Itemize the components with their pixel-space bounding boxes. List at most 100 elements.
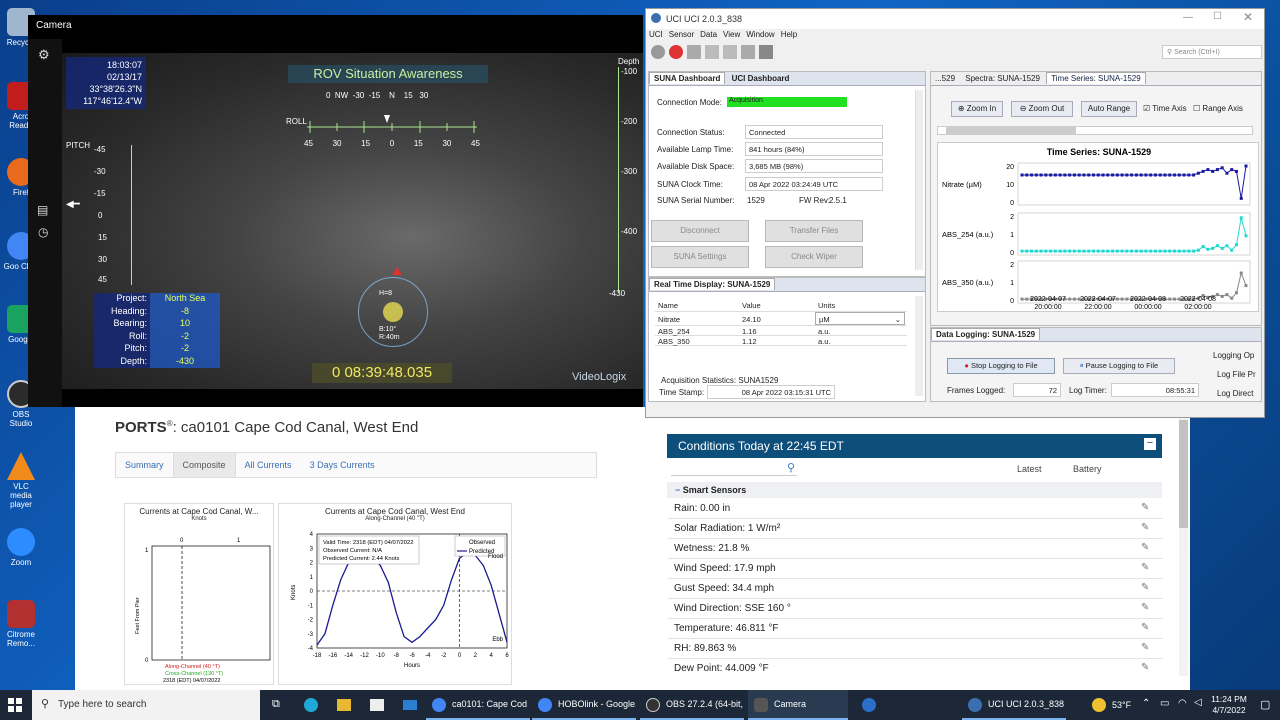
tab-3-days-currents[interactable]: 3 Days Currents xyxy=(301,453,384,477)
menu-sensor[interactable]: Sensor xyxy=(669,30,694,42)
log-file-prefix-link[interactable]: Log File Pr xyxy=(1217,370,1256,379)
battery-pencil-icon[interactable]: ✎ xyxy=(1141,502,1153,514)
network-icon[interactable]: ▭ xyxy=(1160,698,1169,709)
weather-icon[interactable] xyxy=(1092,698,1106,712)
edge-icon[interactable] xyxy=(304,698,318,712)
battery-pencil-icon[interactable]: ✎ xyxy=(1141,582,1153,594)
stop-icon[interactable] xyxy=(669,45,683,59)
connect-icon[interactable] xyxy=(651,45,665,59)
battery-pencil-icon[interactable]: ✎ xyxy=(1141,602,1153,614)
suna-settings-button[interactable]: SUNA Settings xyxy=(651,246,749,268)
tab-hidden[interactable]: ...529 xyxy=(931,73,959,84)
table-header: Name Value Units xyxy=(655,298,907,312)
maximize-button[interactable]: ☐ xyxy=(1213,11,1222,22)
realtime-scrollbar[interactable] xyxy=(915,296,923,396)
settings-icon[interactable] xyxy=(741,45,755,59)
menu-data[interactable]: Data xyxy=(700,30,717,42)
check-wiper-button[interactable]: Check Wiper xyxy=(765,246,863,268)
transfer-files-button[interactable]: Transfer Files xyxy=(765,220,863,242)
taskbar-app-unknown[interactable] xyxy=(856,690,886,720)
ts-xtick-date: 2022-04-07 xyxy=(1030,296,1066,303)
file-explorer-icon[interactable] xyxy=(337,699,351,711)
tab-timeseries[interactable]: Time Series: SUNA-1529 xyxy=(1046,72,1146,84)
battery-pencil-icon[interactable]: ✎ xyxy=(1141,662,1153,674)
zoom-in-button[interactable]: ⊕ Zoom In xyxy=(951,101,1003,117)
chrome-icon xyxy=(432,698,446,712)
chart-scrollbar[interactable] xyxy=(937,126,1253,135)
tab-realtime[interactable]: Real Time Display: SUNA-1529 xyxy=(649,278,776,290)
taskbar-search[interactable]: ⚲ Type here to search xyxy=(32,690,260,720)
filter-icon[interactable] xyxy=(723,45,737,59)
mail-icon[interactable] xyxy=(403,700,417,710)
conditions-scrollbar[interactable] xyxy=(1179,418,1188,676)
roll-tick-labels: 45 30 15 0 15 30 45 xyxy=(304,139,480,148)
range-axis-checkbox[interactable]: ☐ Range Axis xyxy=(1193,104,1243,113)
desktop-icon-zoom[interactable]: Zoom xyxy=(2,528,40,567)
table-row: Nitrate 24.10 µM ⌄ xyxy=(655,312,907,326)
desktop-icon-citrome[interactable]: Citrome Remo... xyxy=(2,600,40,648)
sensor-icon[interactable] xyxy=(705,45,719,59)
time-axis-checkbox[interactable]: ☑ Time Axis xyxy=(1143,104,1187,113)
tools-icon[interactable] xyxy=(687,45,701,59)
logging-options-link[interactable]: Logging Op xyxy=(1213,351,1254,360)
tab-composite[interactable]: Composite xyxy=(172,453,236,477)
battery-pencil-icon[interactable]: ✎ xyxy=(1141,522,1153,534)
pitch-tick: -15 xyxy=(94,189,106,198)
units-select[interactable]: µM ⌄ xyxy=(815,312,905,325)
notifications-icon[interactable]: ▢ xyxy=(1260,698,1270,711)
desktop-icon-vlc[interactable]: VLC media player xyxy=(2,452,40,509)
battery-pencil-icon[interactable]: ✎ xyxy=(1141,562,1153,574)
collapse-icon[interactable]: − xyxy=(1144,438,1156,450)
tray-chevron-up-icon[interactable]: ⌃ xyxy=(1142,698,1150,709)
tab-summary[interactable]: Summary xyxy=(116,453,173,477)
dashboard-scrollbar[interactable] xyxy=(915,90,923,270)
depth-label: Depth xyxy=(618,57,640,66)
zoom-out-button[interactable]: ⊖ Zoom Out xyxy=(1011,101,1073,117)
timer-icon[interactable]: ◷ xyxy=(38,225,48,239)
collapse-minus-icon: − xyxy=(675,485,683,495)
battery-pencil-icon[interactable]: ✎ xyxy=(1141,542,1153,554)
pitch-tick: -45 xyxy=(94,145,106,154)
tab-all-currents[interactable]: All Currents xyxy=(236,453,301,477)
battery-pencil-icon[interactable]: ✎ xyxy=(1141,642,1153,654)
weather-temp[interactable]: 53°F xyxy=(1112,700,1131,710)
log-directory-link[interactable]: Log Direct xyxy=(1217,389,1253,398)
sensor-filter-input[interactable]: ⚲ xyxy=(671,462,797,476)
taskbar-app-obs[interactable]: OBS 27.2.4 (64-bit, ... xyxy=(640,690,744,720)
depth-tick: -430 xyxy=(609,289,626,298)
taskbar-app-ports[interactable]: ca0101: Cape Cod ... xyxy=(426,690,530,720)
menu-window[interactable]: Window xyxy=(746,30,774,42)
clock[interactable]: 11:24 PM 4/7/2022 xyxy=(1206,694,1252,716)
taskbar-app-uci[interactable]: UCI UCI 2.0.3_838 xyxy=(962,690,1066,720)
minimize-button[interactable]: — xyxy=(1183,12,1193,23)
pause-logging-button[interactable]: ⏸ Pause Logging to File xyxy=(1063,358,1175,374)
start-button[interactable] xyxy=(8,698,22,712)
auto-range-button[interactable]: Auto Range xyxy=(1081,101,1137,117)
menu-view[interactable]: View xyxy=(723,30,740,42)
battery-pencil-icon[interactable]: ✎ xyxy=(1141,622,1153,634)
stop-logging-button[interactable]: ● Stop Logging to File xyxy=(947,358,1055,374)
wifi-icon[interactable]: ◠ xyxy=(1178,698,1187,709)
roll-tick: 15 xyxy=(361,139,371,148)
tab-uci-dashboard[interactable]: UCI Dashboard xyxy=(728,73,794,84)
chart1-legend-along: Along-Channel (40 °T) xyxy=(165,664,220,670)
tab-spectra[interactable]: Spectra: SUNA-1529 xyxy=(961,73,1044,84)
tab-logging[interactable]: Data Logging: SUNA-1529 xyxy=(931,328,1041,340)
menu-uci[interactable]: UCI xyxy=(649,30,663,42)
disconnect-button[interactable]: Disconnect xyxy=(651,220,749,242)
situation-banner: ROV Situation Awareness xyxy=(288,65,488,83)
task-view-icon[interactable]: ⧉ xyxy=(272,698,280,711)
window-icon[interactable] xyxy=(759,45,773,59)
tab-suna-dashboard[interactable]: SUNA Dashboard xyxy=(649,72,726,84)
settings-gear-icon[interactable]: ⚙ xyxy=(38,47,50,63)
photo-mode-icon[interactable]: ▤ xyxy=(37,203,48,217)
taskbar-app-camera[interactable]: Camera xyxy=(748,690,848,720)
close-button[interactable]: ✕ xyxy=(1243,10,1253,24)
section-smart-sensors[interactable]: − Smart Sensors xyxy=(667,482,1162,498)
menu-help[interactable]: Help xyxy=(781,30,797,42)
field-label: Connection Status: xyxy=(657,128,725,137)
volume-icon[interactable]: ◁ xyxy=(1194,697,1202,708)
uci-search[interactable]: ⚲ Search (Ctrl+I) xyxy=(1162,45,1262,59)
taskbar-app-hobolink[interactable]: HOBOlink - Google... xyxy=(532,690,636,720)
store-icon[interactable] xyxy=(370,699,384,711)
